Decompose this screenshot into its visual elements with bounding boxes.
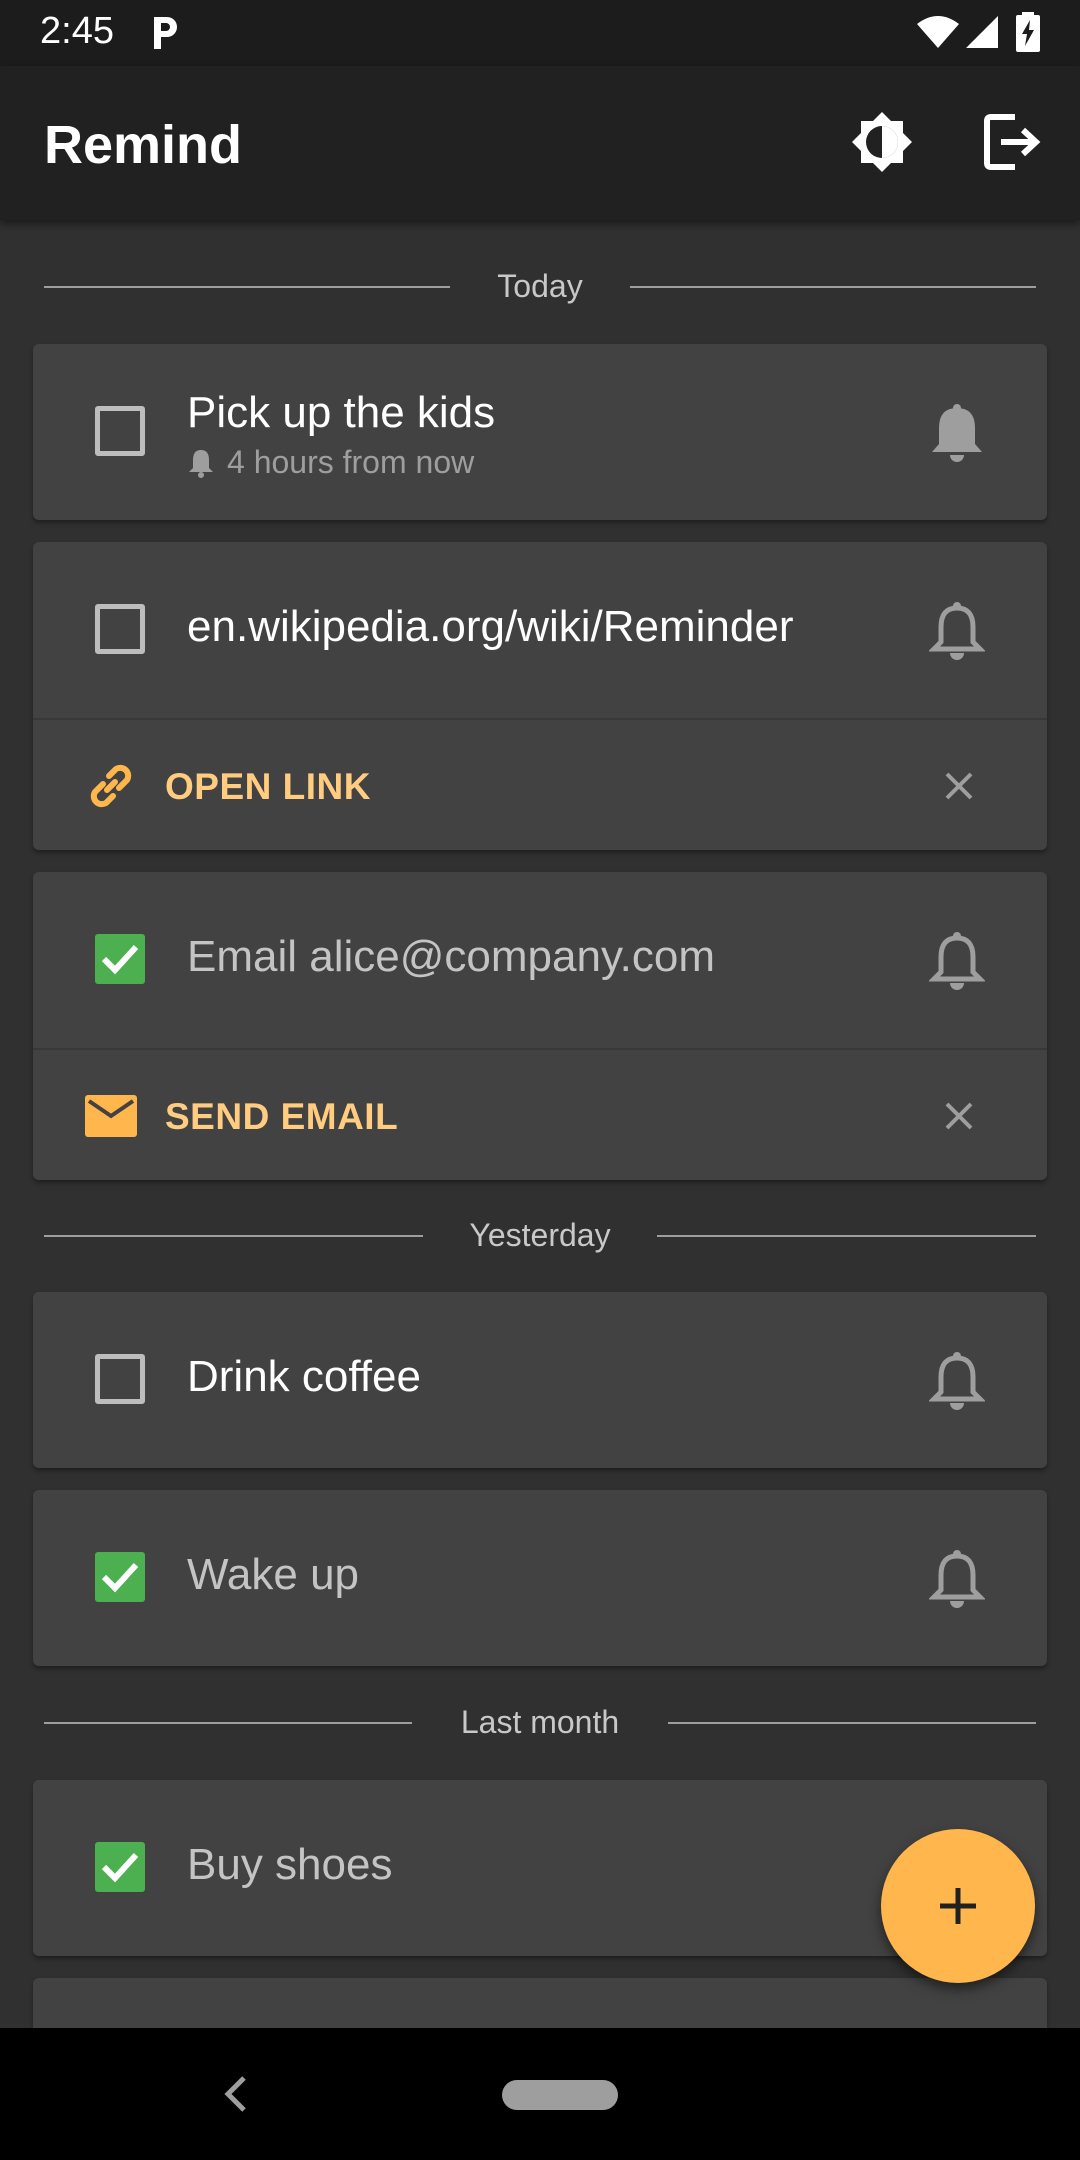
section-label: Yesterday [469, 1217, 611, 1253]
checkbox-checked[interactable] [95, 934, 145, 984]
status-time: 2:45 [40, 10, 114, 52]
wifi-icon [917, 16, 959, 48]
app-title: Remind [44, 115, 243, 175]
section-header-yesterday: Yesterday [44, 1215, 1036, 1255]
reminder-bell-button[interactable] [923, 1544, 991, 1612]
dismiss-button[interactable] [933, 1090, 985, 1142]
add-reminder-button[interactable] [881, 1829, 1035, 1983]
checkbox[interactable] [95, 604, 145, 654]
reminder-title: Drink coffee [187, 1352, 421, 1401]
reminder-row[interactable]: Wake up [33, 1490, 1047, 1666]
send-email-button[interactable]: SEND EMAIL [165, 1096, 398, 1138]
reminder-row[interactable]: Drink coffee [33, 1292, 1047, 1468]
parking-icon [154, 17, 177, 49]
check-icon [101, 1852, 139, 1883]
logout-button[interactable] [976, 106, 1048, 178]
reminder-title: Buy shoes [187, 1840, 393, 1889]
screen: 2:45 Remind Today Pick up the kids 4 hou… [0, 0, 1080, 2160]
checkbox-checked[interactable] [95, 1842, 145, 1892]
home-pill-button[interactable] [502, 2080, 618, 2110]
open-link-button[interactable]: OPEN LINK [165, 766, 371, 808]
reminder-title: Pick up the kids [187, 388, 496, 437]
reminder-card[interactable]: Email alice@company.com SEND EMAIL [33, 872, 1047, 1180]
check-icon [101, 1562, 139, 1593]
back-icon[interactable] [218, 2072, 254, 2116]
brightness-button[interactable] [846, 106, 918, 178]
action-row: SEND EMAIL [33, 1048, 1047, 1180]
brightness-icon [852, 112, 912, 172]
reminder-card[interactable]: Wake up [33, 1490, 1047, 1666]
bell-outline-icon [929, 602, 985, 660]
section-header-today: Today [44, 266, 1036, 306]
battery-charging-icon [1016, 12, 1040, 52]
close-icon [945, 1102, 973, 1130]
status-bar: 2:45 [0, 0, 1080, 66]
reminder-card[interactable]: Drink coffee [33, 1292, 1047, 1468]
reminder-row[interactable]: Pick up the kids 4 hours from now [33, 344, 1047, 520]
action-row: OPEN LINK [33, 718, 1047, 850]
email-icon [83, 1088, 139, 1144]
link-icon [83, 758, 139, 814]
close-icon [945, 772, 973, 800]
reminder-row[interactable]: en.wikipedia.org/wiki/Reminder [33, 542, 1047, 718]
logout-icon [984, 114, 1041, 170]
check-icon [101, 944, 139, 975]
section-label: Last month [460, 1704, 620, 1740]
dismiss-button[interactable] [933, 760, 985, 812]
reminder-time-text: 4 hours from now [227, 444, 475, 480]
reminder-subtitle: 4 hours from now [187, 444, 474, 481]
checkbox[interactable] [95, 1354, 145, 1404]
reminder-title: Email alice@company.com [187, 932, 716, 981]
bell-outline-icon [929, 932, 985, 990]
reminder-bell-button[interactable] [923, 1346, 991, 1414]
checkbox[interactable] [95, 406, 145, 456]
checkbox-checked[interactable] [95, 1552, 145, 1602]
navigation-bar [0, 2028, 1080, 2160]
reminder-bell-button[interactable] [923, 926, 991, 994]
reminder-card[interactable]: Pick up the kids 4 hours from now [33, 344, 1047, 520]
bell-small-icon [189, 449, 213, 478]
section-header-last-month: Last month [44, 1702, 1036, 1742]
reminder-bell-button[interactable] [923, 398, 991, 466]
reminder-card[interactable]: en.wikipedia.org/wiki/Reminder OPEN LINK [33, 542, 1047, 850]
bell-filled-icon [932, 404, 982, 462]
bell-outline-icon [929, 1550, 985, 1608]
reminder-row[interactable]: Email alice@company.com [33, 872, 1047, 1048]
plus-icon [940, 1888, 976, 1924]
reminder-title: en.wikipedia.org/wiki/Reminder [187, 602, 794, 651]
section-label: Today [497, 268, 583, 304]
bell-outline-icon [929, 1352, 985, 1410]
reminder-title: Wake up [187, 1550, 360, 1599]
app-bar: Remind [0, 66, 1080, 220]
signal-icon [966, 16, 998, 48]
reminder-bell-button[interactable] [923, 596, 991, 664]
